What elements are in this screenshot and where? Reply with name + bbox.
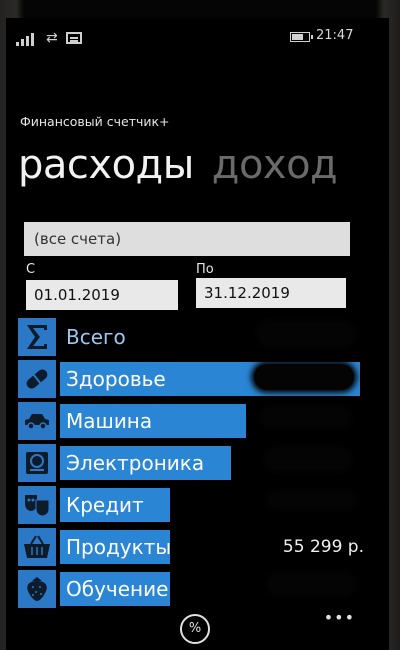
pivot-tab-expenses[interactable]: расходы bbox=[18, 142, 194, 188]
message-icon bbox=[66, 32, 82, 44]
category-label: Всего bbox=[66, 325, 126, 349]
category-row-groceries[interactable]: Продукты 55 299 р. bbox=[18, 528, 378, 566]
from-date-field[interactable]: 01.01.2019 bbox=[26, 280, 178, 310]
to-label: По bbox=[196, 262, 214, 277]
to-date-field[interactable]: 31.12.2019 bbox=[196, 278, 346, 308]
category-label: Электроника bbox=[66, 451, 205, 475]
app-title: Финансовый счетчик+ bbox=[20, 114, 170, 129]
pivot-tab-income[interactable]: доход bbox=[212, 142, 338, 188]
percent-button[interactable]: % bbox=[180, 614, 210, 644]
redaction-mark bbox=[262, 408, 350, 426]
redaction-mark bbox=[268, 492, 354, 508]
theater-masks-icon bbox=[18, 486, 56, 524]
sigma-icon bbox=[18, 318, 56, 356]
pivot-header: расходы доход bbox=[18, 142, 338, 188]
redaction-mark bbox=[266, 448, 350, 470]
category-label: Обучение bbox=[66, 577, 169, 601]
category-bar: Машина bbox=[60, 404, 246, 438]
battery-icon bbox=[290, 32, 313, 42]
screen: ⇄ 21:47 Финансовый счетчик+ расходы доход… bbox=[6, 18, 389, 650]
redaction-mark bbox=[268, 574, 354, 594]
category-bar: Продукты bbox=[60, 530, 172, 564]
category-label: Машина bbox=[66, 409, 153, 433]
category-bar: Электроника bbox=[60, 446, 231, 480]
from-label: С bbox=[26, 262, 36, 277]
redaction-mark bbox=[258, 322, 354, 346]
car-icon bbox=[18, 402, 56, 440]
category-bar: Обучение bbox=[60, 572, 170, 606]
battery-fill bbox=[292, 34, 303, 40]
category-amount: 55 299 р. bbox=[282, 537, 364, 557]
status-time: 21:47 bbox=[316, 28, 354, 43]
status-bar: ⇄ 21:47 bbox=[6, 18, 389, 54]
hard-drive-icon bbox=[18, 444, 56, 482]
category-label: Продукты bbox=[66, 535, 172, 559]
category-label: Здоровье bbox=[66, 367, 166, 391]
redaction-mark bbox=[254, 364, 354, 390]
account-selector[interactable]: (все счета) bbox=[24, 222, 350, 256]
category-bar: Кредит bbox=[60, 488, 170, 522]
app-bar: % ••• bbox=[6, 608, 389, 650]
category-label: Кредит bbox=[66, 493, 144, 517]
strawberry-icon bbox=[18, 570, 56, 608]
pill-icon bbox=[18, 360, 56, 398]
basket-icon bbox=[18, 528, 56, 566]
signal-icon bbox=[16, 32, 38, 46]
data-sync-icon: ⇄ bbox=[46, 30, 58, 46]
more-button[interactable]: ••• bbox=[324, 608, 355, 627]
phone-frame: ⇄ 21:47 Финансовый счетчик+ расходы доход… bbox=[0, 0, 400, 650]
